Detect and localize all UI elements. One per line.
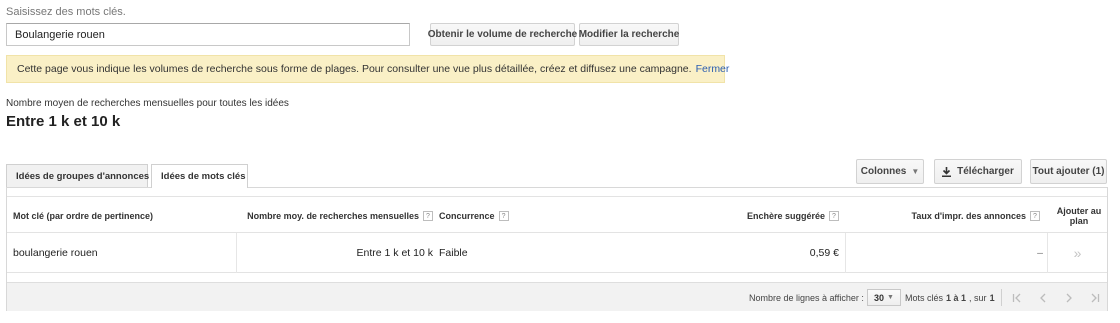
info-notice-banner: Cette page vous indique les volumes de r…	[6, 55, 729, 83]
header-add-to-plan: Ajouter au plan	[1051, 197, 1107, 234]
last-page-icon[interactable]	[1087, 290, 1103, 306]
range-prefix: Mots clés	[905, 292, 944, 303]
header-suggested-bid[interactable]: Enchère suggérée ?	[687, 197, 839, 234]
header-competition-label: Concurrence	[439, 210, 495, 221]
rows-per-page-label: Nombre de lignes à afficher :	[749, 292, 864, 303]
keyword-search-input[interactable]	[6, 23, 410, 46]
header-avg-searches-label: Nombre moy. de recherches mensuelles	[247, 210, 419, 221]
header-add-to-plan-line1: Ajouter au	[1056, 205, 1102, 216]
help-icon[interactable]: ?	[1030, 210, 1040, 221]
tab-keyword-ideas[interactable]: Idées de mots clés	[151, 164, 248, 188]
average-searches-value: Entre 1 k et 10 k	[6, 113, 121, 130]
help-icon[interactable]: ?	[498, 210, 509, 221]
help-icon[interactable]: ?	[423, 210, 433, 221]
previous-page-icon[interactable]	[1035, 290, 1051, 306]
rows-per-page-select[interactable]: 30 ▼	[867, 289, 901, 306]
header-keyword[interactable]: Mot clé (par ordre de pertinence)	[13, 197, 233, 234]
header-avg-searches[interactable]: Nombre moy. de recherches mensuelles ?	[237, 197, 433, 234]
rows-per-page-value: 30	[874, 292, 885, 303]
close-notice-link[interactable]: Fermer	[696, 63, 730, 75]
header-suggested-bid-label: Enchère suggérée	[746, 210, 825, 221]
header-impression-share[interactable]: Taux d'impr. des annonces ?	[857, 197, 1040, 234]
cell-impression-share: –	[845, 233, 1043, 273]
download-button[interactable]: Télécharger	[934, 159, 1022, 184]
tab-ad-group-ideas[interactable]: Idées de groupes d'annonces	[6, 164, 149, 187]
header-keyword-label: Mot clé (par ordre de pertinence)	[13, 210, 154, 221]
cell-suggested-bid: 0,59 €	[809, 247, 839, 259]
columns-button[interactable]: Colonnes ▼	[856, 159, 924, 184]
header-add-to-plan-line2: plan	[1069, 215, 1089, 226]
get-search-volume-button[interactable]: Obtenir le volume de recherche	[428, 23, 577, 46]
range-value: 1 à 1	[946, 292, 967, 303]
table-row: boulangerie rouen Entre 1 k et 10 k Faib…	[7, 233, 1107, 273]
download-icon	[942, 166, 952, 177]
pagination-range: Mots clés 1 à 1 , sur 1	[905, 283, 998, 312]
next-page-icon[interactable]	[1061, 290, 1077, 306]
cell-competition: Faible	[439, 247, 468, 259]
columns-label: Colonnes	[860, 166, 907, 177]
download-label: Télécharger	[957, 166, 1014, 177]
caret-down-icon: ▼	[887, 294, 894, 301]
table-header: Mot clé (par ordre de pertinence) Nombre…	[7, 196, 1107, 233]
range-separator: , sur	[969, 292, 987, 303]
header-impression-share-label: Taux d'impr. des annonces	[911, 210, 1026, 221]
first-page-icon[interactable]	[1009, 290, 1025, 306]
add-to-plan-icon[interactable]: »	[1047, 233, 1107, 273]
add-all-button[interactable]: Tout ajouter (1)	[1030, 159, 1107, 184]
cell-avg-searches: Entre 1 k et 10 k	[236, 233, 433, 273]
cell-keyword: boulangerie rouen	[13, 247, 98, 259]
header-competition[interactable]: Concurrence ?	[439, 197, 589, 234]
help-icon[interactable]: ?	[829, 210, 839, 221]
table-footer: Nombre de lignes à afficher : 30 ▼ Mots …	[7, 282, 1107, 311]
caret-down-icon: ▼	[911, 167, 920, 176]
pagination-divider	[1001, 289, 1002, 306]
keyword-ideas-table: Mot clé (par ordre de pertinence) Nombre…	[6, 187, 1108, 311]
range-total: 1	[989, 292, 995, 303]
average-searches-label: Nombre moyen de recherches mensuelles po…	[6, 98, 289, 109]
modify-search-button[interactable]: Modifier la recherche	[579, 23, 679, 46]
keyword-prompt-label: Saisissez des mots clés.	[6, 6, 126, 18]
notice-text: Cette page vous indique les volumes de r…	[17, 63, 692, 75]
